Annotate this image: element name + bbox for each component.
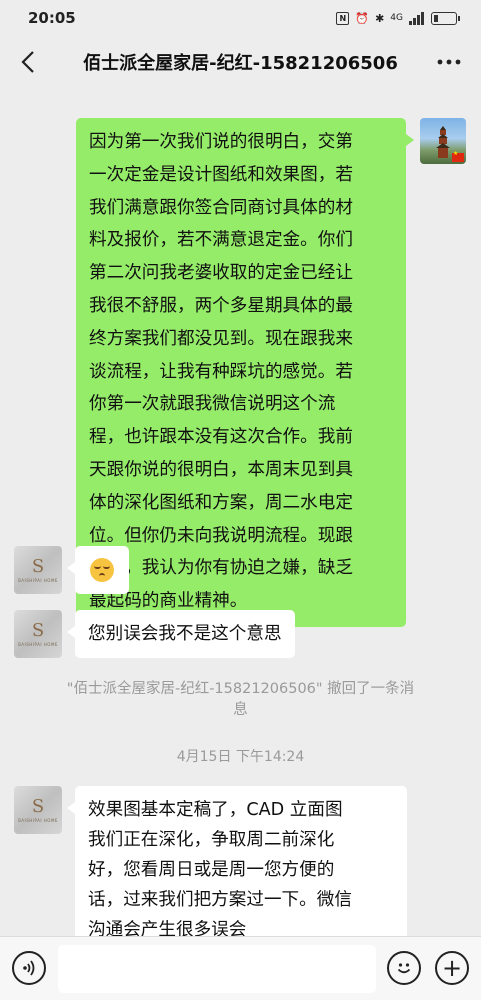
message-bubble-incoming[interactable] bbox=[67, 546, 129, 594]
message-bubble-incoming[interactable]: 您别误会我不是这个意思 bbox=[67, 610, 295, 658]
message-line: 天跟你说的很明白，本周末见到具 bbox=[89, 459, 353, 480]
message-line: 体的深化图纸和方案，周二水电定 bbox=[89, 492, 353, 513]
more-dots-icon bbox=[437, 59, 461, 65]
bluetooth-icon: ✱ bbox=[375, 11, 385, 25]
chat-title: 佰士派全屋家居-纪红-15821206506 bbox=[83, 53, 398, 74]
message-line: 我很不舒服，两个多星期具体的最 bbox=[89, 295, 353, 316]
emoji-icon bbox=[397, 963, 411, 974]
message-input[interactable] bbox=[58, 945, 376, 993]
message-line: 谈流程，让我有种踩坑的感觉。若 bbox=[89, 361, 353, 382]
message-line: 我说，我认为你有协迫之嫌，缺乏 bbox=[89, 558, 353, 579]
battery-icon bbox=[431, 11, 460, 25]
more-button[interactable] bbox=[435, 48, 463, 76]
alarm-icon: ⏰ bbox=[355, 11, 370, 25]
message-line: 料及报价，若不满意退定金。你们 bbox=[89, 230, 353, 251]
signal-icon bbox=[409, 11, 424, 25]
status-icons: N ⏰ ✱ 4G bbox=[336, 11, 460, 25]
message-line: 好，您看周日或是周一您方便的 bbox=[88, 860, 335, 880]
recall-notice-line: 息 bbox=[233, 702, 248, 718]
message-line: 效果图基本定稿了，CAD 立面图 bbox=[88, 800, 343, 820]
message-line: 第二次问我老婆收取的定金已经让 bbox=[89, 263, 353, 284]
back-button[interactable] bbox=[14, 48, 42, 76]
china-flag-icon bbox=[452, 150, 464, 162]
message-line: 我们正在深化，争取周二前深化 bbox=[88, 830, 335, 850]
nfc-icon: N bbox=[336, 11, 350, 25]
chevron-left-icon bbox=[21, 51, 34, 73]
voice-button[interactable] bbox=[12, 951, 46, 985]
input-bar: + bbox=[0, 936, 481, 1000]
status-bar: 20:05 N ⏰ ✱ 4G bbox=[0, 0, 481, 36]
message-line: 我们满意跟你签合同商讨具体的材 bbox=[89, 197, 353, 218]
message-line: 因为第一次我们说的很明白，交第 bbox=[89, 132, 353, 152]
pagoda-icon bbox=[436, 126, 450, 158]
contact-logo-sub: BAISHIPAI HOME bbox=[18, 641, 58, 647]
contact-logo-letter: S bbox=[31, 795, 45, 817]
contact-avatar[interactable]: S BAISHIPAI HOME bbox=[14, 546, 62, 594]
contact-logo-sub: BAISHIPAI HOME bbox=[18, 817, 58, 823]
message-line: 终方案我们都没见到。现在跟我来 bbox=[89, 328, 353, 349]
message-text: 您别误会我不是这个意思 bbox=[88, 624, 282, 644]
message-bubble-incoming[interactable]: 效果图基本定稿了，CAD 立面图 我们正在深化，争取周二前深化 好，您看周日或是… bbox=[67, 786, 407, 954]
message-line: 位。但你仍未向我说明流程。现跟 bbox=[89, 525, 353, 546]
battery-fill bbox=[434, 14, 438, 22]
contact-logo-sub: BAISHIPAI HOME bbox=[18, 577, 58, 583]
message-line: 一次定金是设计图纸和效果图，若 bbox=[89, 164, 353, 185]
plus-button[interactable]: + bbox=[435, 951, 469, 985]
message-line: 程，也许跟本没有这次合作。我前 bbox=[89, 427, 353, 448]
sleepy-face-emoji bbox=[90, 558, 114, 582]
recall-notice: "佰士派全屋家居-纪红-15821206506" 撤回了一条消 息 bbox=[30, 679, 451, 721]
plus-icon: + bbox=[441, 954, 463, 982]
network-label: 4G bbox=[390, 13, 403, 23]
message-line: 你第一次就跟我微信说明这个流 bbox=[89, 394, 336, 415]
message-timestamp: 4月15日 下午14:24 bbox=[176, 749, 305, 765]
status-time: 20:05 bbox=[28, 9, 76, 27]
message-line: 话，过来我们把方案过一下。微信 bbox=[88, 890, 352, 910]
recall-notice-line: "佰士派全屋家居-纪红-15821206506" 撤回了一条消 bbox=[66, 681, 415, 697]
chat-header: 佰士派全屋家居-纪红-15821206506 bbox=[0, 36, 481, 88]
contact-avatar[interactable]: S BAISHIPAI HOME bbox=[14, 610, 62, 658]
emoji-button[interactable] bbox=[387, 951, 421, 985]
my-avatar[interactable] bbox=[420, 118, 466, 164]
contact-avatar[interactable]: S BAISHIPAI HOME bbox=[14, 786, 62, 834]
contact-logo-letter: S bbox=[31, 619, 45, 641]
contact-logo-letter: S bbox=[31, 555, 45, 577]
voice-icon bbox=[23, 960, 35, 976]
